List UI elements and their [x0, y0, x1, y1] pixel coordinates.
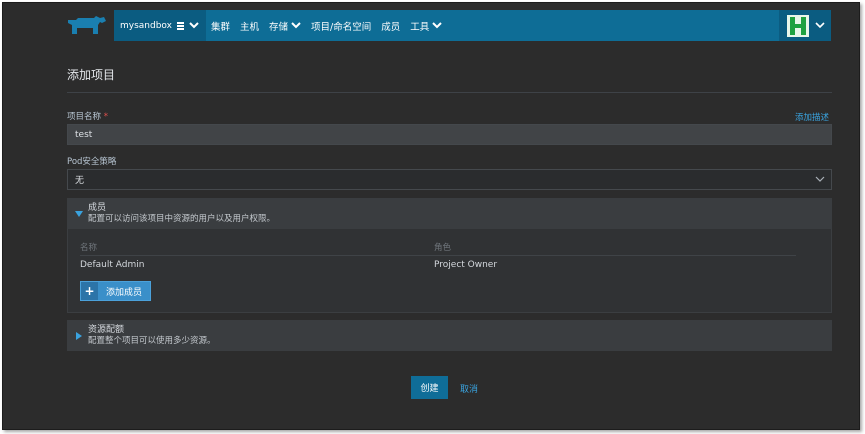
- project-name-value: test: [75, 129, 93, 140]
- nav-label: 成员: [381, 21, 401, 33]
- create-button[interactable]: 创建: [411, 376, 448, 399]
- nav-label: 项目/命名空间: [311, 21, 372, 33]
- avatar: [787, 14, 809, 37]
- project-name-label: 项目名称 *: [67, 110, 108, 122]
- chevron-down-icon: [815, 22, 825, 29]
- nav-label: 存储: [269, 21, 289, 33]
- nav-label: 工具: [410, 21, 430, 33]
- column-header-name: 名称: [80, 243, 98, 253]
- page-title: 添加项目: [67, 68, 116, 82]
- members-title: 成员: [88, 202, 107, 213]
- nav-item-members[interactable]: 成员: [376, 10, 405, 41]
- top-nav-bar: mysandbox 集群 主机 存储 项目/命名空间 成员 工具: [114, 10, 831, 41]
- nav-item-tools[interactable]: 工具: [405, 10, 447, 41]
- caret-down-icon: [75, 210, 83, 217]
- divider: [80, 255, 796, 256]
- chevron-down-icon: [291, 22, 301, 29]
- nav-label: 主机: [240, 21, 260, 33]
- user-menu[interactable]: [779, 10, 831, 41]
- add-description-link[interactable]: 添加描述: [795, 111, 829, 123]
- pod-policy-value: 无: [75, 176, 85, 186]
- nav-item-storage[interactable]: 存储: [264, 10, 306, 41]
- quota-title: 资源配额: [88, 324, 125, 335]
- members-description: 配置可以访问该项目中资源的用户以及用户权限。: [88, 213, 276, 224]
- button-label: 添加成员: [106, 287, 143, 298]
- member-name: Default Admin: [80, 260, 145, 270]
- members-panel: 名称 角色 Default Admin Project Owner + 添加成员: [67, 229, 832, 313]
- members-accordion-header[interactable]: 成员 配置可以访问该项目中资源的用户以及用户权限。: [67, 198, 832, 229]
- member-role[interactable]: Project Owner: [434, 260, 497, 270]
- project-name-input[interactable]: test: [67, 124, 832, 145]
- nav-item-projects-namespaces[interactable]: 项目/命名空间: [306, 10, 376, 41]
- pod-policy-label: Pod安全策略: [67, 157, 117, 167]
- plus-icon: +: [81, 282, 98, 300]
- required-mark: *: [103, 112, 108, 122]
- add-member-button[interactable]: + 添加成员: [80, 281, 151, 301]
- chevron-down-icon: [432, 22, 442, 29]
- column-header-role: 角色: [434, 243, 452, 253]
- rancher-logo-icon[interactable]: [64, 14, 110, 38]
- quota-accordion-header[interactable]: 资源配额 配置整个项目可以使用多少资源。: [67, 320, 832, 351]
- environment-name: mysandbox: [120, 20, 172, 31]
- chevron-down-icon: [189, 22, 199, 29]
- label-text: 项目名称: [67, 112, 102, 122]
- nav-label: 集群: [210, 21, 230, 33]
- stack-icon: [176, 21, 184, 30]
- nav-item-hosts[interactable]: 主机: [235, 10, 264, 41]
- environment-selector[interactable]: mysandbox: [114, 10, 206, 41]
- chevron-down-icon: [815, 176, 825, 182]
- nav-item-clusters[interactable]: 集群: [206, 10, 235, 41]
- cancel-button[interactable]: 取消: [460, 382, 478, 395]
- pod-policy-select[interactable]: 无: [67, 169, 832, 190]
- divider: [67, 92, 832, 93]
- quota-description: 配置整个项目可以使用多少资源。: [88, 335, 216, 346]
- caret-right-icon: [76, 331, 82, 340]
